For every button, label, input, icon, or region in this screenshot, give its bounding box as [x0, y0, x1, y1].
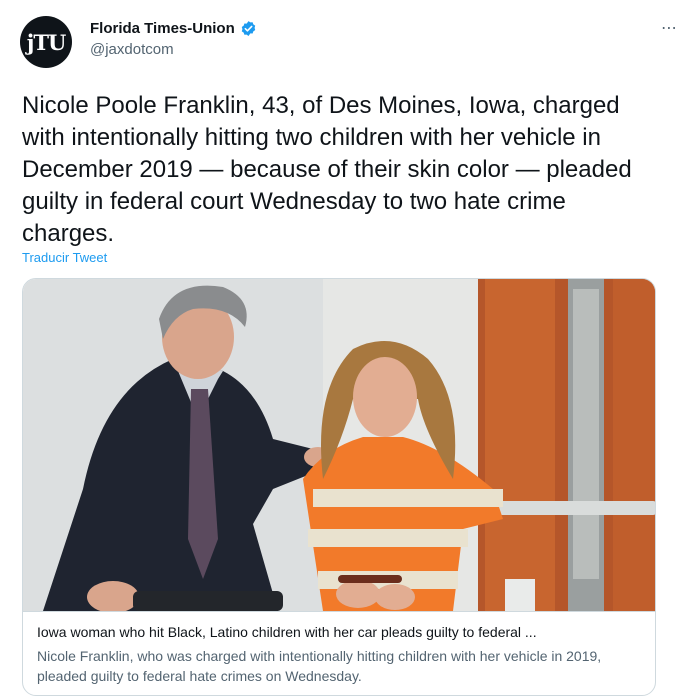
author-name-row: Florida Times-Union	[90, 20, 257, 37]
tweet: jTU Florida Times-Union @jaxdotcom ⋯ Nic…	[0, 0, 700, 700]
more-options-icon[interactable]: ⋯	[661, 18, 678, 38]
card-meta: Iowa woman who hit Black, Latino childre…	[23, 611, 655, 695]
card-photo	[23, 279, 655, 611]
avatar-logo-text: jTU	[26, 29, 67, 55]
translate-tweet-link[interactable]: Traducir Tweet	[22, 250, 107, 265]
verified-badge-icon	[241, 21, 255, 36]
display-name[interactable]: Florida Times-Union	[90, 20, 235, 37]
link-preview-card[interactable]: Iowa woman who hit Black, Latino childre…	[22, 278, 656, 696]
avatar[interactable]: jTU	[20, 16, 72, 68]
tweet-text: Nicole Poole Franklin, 43, of Des Moines…	[22, 92, 632, 247]
author-handle[interactable]: @jaxdotcom	[90, 41, 257, 58]
card-description: Nicole Franklin, who was charged with in…	[37, 648, 602, 684]
card-title: Iowa woman who hit Black, Latino childre…	[37, 624, 537, 640]
author-block[interactable]: Florida Times-Union @jaxdotcom	[90, 20, 257, 58]
